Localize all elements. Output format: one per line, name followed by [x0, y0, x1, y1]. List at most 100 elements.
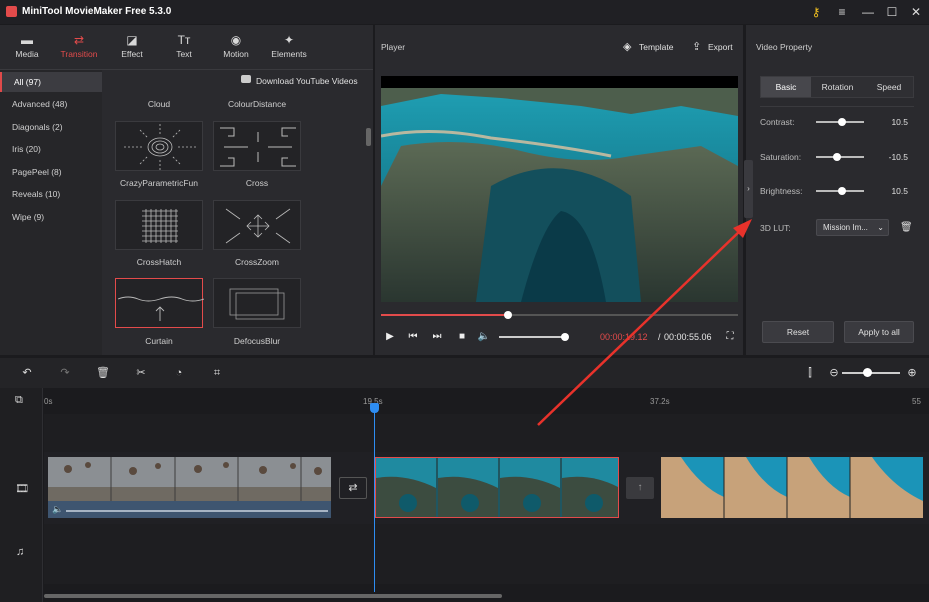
- property-title: Video Property: [756, 42, 813, 52]
- category-item[interactable]: Iris (20): [0, 139, 102, 159]
- music-track-icon: ♫: [16, 546, 25, 558]
- transition-curtain[interactable]: [115, 278, 205, 328]
- ruler-mark: 0s: [44, 397, 53, 406]
- maximize-button[interactable]: ☐: [882, 3, 902, 21]
- transition-label: ColourDistance: [227, 99, 287, 109]
- library-scrollbar[interactable]: [366, 128, 371, 146]
- saturation-handle[interactable]: [833, 153, 841, 161]
- zoom-handle[interactable]: [863, 368, 872, 377]
- transition-crosshatch[interactable]: [115, 200, 203, 250]
- add-track-icon[interactable]: ⧉: [15, 394, 23, 407]
- playhead-handle[interactable]: [370, 403, 379, 413]
- transition-label: DefocusBlur: [233, 336, 281, 346]
- brightness-handle[interactable]: [838, 187, 846, 195]
- divider: [760, 106, 914, 107]
- video-clip-balloons[interactable]: 🔈: [48, 457, 331, 518]
- contrast-handle[interactable]: [838, 118, 846, 126]
- brightness-value: 10.5: [891, 186, 908, 196]
- video-clip-selected[interactable]: [375, 457, 619, 518]
- transition-crosszoom[interactable]: [213, 200, 301, 250]
- ruler-mark: 55: [912, 397, 921, 406]
- audio-track[interactable]: [44, 524, 929, 584]
- category-item[interactable]: Wipe (9): [0, 207, 102, 227]
- download-youtube-link[interactable]: Download YouTube Videos: [256, 76, 358, 86]
- tab-text[interactable]: Tт Text: [158, 25, 210, 69]
- crazy-parametric-icon: [124, 124, 196, 170]
- app-title: MiniTool MovieMaker Free 5.3.0: [22, 6, 172, 17]
- crop-icon[interactable]: ⌗: [210, 366, 224, 380]
- transition-slot-icon[interactable]: ↑: [626, 477, 654, 499]
- zoom-in-icon[interactable]: ⊕: [905, 366, 919, 380]
- clip-thumbnails: [376, 458, 618, 517]
- apply-to-all-button[interactable]: Apply to all: [844, 321, 914, 343]
- tab-label: Effect: [121, 49, 143, 59]
- video-track-icon: 🎞: [15, 483, 29, 495]
- volume-icon[interactable]: 🔈: [477, 330, 491, 344]
- next-frame-button[interactable]: ⏭: [430, 330, 444, 344]
- transition-cross[interactable]: [213, 121, 301, 171]
- timeline-scrollbar[interactable]: [44, 594, 502, 598]
- tab-effect[interactable]: ◪ Effect: [106, 25, 158, 69]
- clip-thumbnails: [661, 457, 923, 518]
- undo-icon[interactable]: ↶: [20, 366, 34, 380]
- tab-motion[interactable]: ◉ Motion: [210, 25, 262, 69]
- close-button[interactable]: ✕: [906, 3, 926, 21]
- collapse-panel-handle[interactable]: ›: [744, 160, 753, 218]
- progress-handle[interactable]: [504, 311, 512, 319]
- timeline-toolbar: ↶ ↷ 🗑 ✂ ◔ ⌗ ⫿ ⊖ ⊕: [0, 358, 929, 388]
- zoom-out-icon[interactable]: ⊖: [827, 366, 841, 380]
- tab-elements[interactable]: ✦ Elements: [263, 25, 315, 69]
- overlay-track[interactable]: [44, 414, 929, 452]
- category-item[interactable]: PagePeel (8): [0, 162, 102, 182]
- transition-slot-icon[interactable]: ⇄: [339, 477, 367, 499]
- video-clip-beach[interactable]: [661, 457, 923, 518]
- player-title: Player: [381, 42, 406, 52]
- play-button[interactable]: ▶: [383, 330, 397, 344]
- text-icon: Tт: [177, 33, 191, 47]
- key-icon[interactable]: ⚷: [806, 3, 826, 21]
- clip-audio-icon: 🔈: [52, 504, 64, 514]
- chevron-down-icon: ⌄: [877, 223, 884, 232]
- fit-icon[interactable]: ⫿: [803, 366, 817, 380]
- tab-label: Motion: [223, 49, 249, 59]
- transition-defocusblur[interactable]: [213, 278, 301, 328]
- minimize-button[interactable]: —: [858, 3, 878, 21]
- contrast-value: 10.5: [891, 117, 908, 127]
- tab-speed[interactable]: Speed: [864, 77, 914, 97]
- playhead-line[interactable]: [374, 404, 375, 592]
- template-icon: ◈: [623, 41, 632, 53]
- delete-icon[interactable]: 🗑: [96, 366, 110, 380]
- trash-icon[interactable]: 🗑: [900, 222, 913, 233]
- lut-dropdown[interactable]: Mission Im... ⌄: [816, 219, 889, 236]
- tab-transition[interactable]: ⇄ Transition: [53, 25, 105, 69]
- defocusblur-icon: [229, 288, 285, 320]
- tab-media[interactable]: ▬ Media: [1, 25, 53, 69]
- clip-thumbnails: [48, 457, 331, 518]
- prev-frame-button[interactable]: ⏮: [406, 330, 420, 344]
- category-item[interactable]: Reveals (10): [0, 184, 102, 204]
- stop-button[interactable]: ■: [455, 330, 469, 344]
- category-item[interactable]: Diagonals (2): [0, 117, 102, 137]
- category-item[interactable]: Advanced (48): [0, 94, 102, 114]
- tab-label: Text: [176, 49, 192, 59]
- annotation-arrow: [537, 219, 752, 426]
- motion-icon: ◉: [230, 33, 242, 47]
- speed-icon[interactable]: ◔: [172, 366, 186, 380]
- transition-label: Cross: [245, 178, 269, 188]
- media-icon: ▬: [21, 33, 33, 47]
- tab-rotation[interactable]: Rotation: [812, 77, 863, 97]
- property-tabs: Basic Rotation Speed: [760, 76, 914, 98]
- split-icon[interactable]: ✂: [134, 366, 148, 380]
- template-button[interactable]: Template: [639, 42, 674, 52]
- elements-icon: ✦: [283, 33, 295, 47]
- export-button[interactable]: Export: [708, 42, 733, 52]
- tab-label: Transition: [60, 49, 98, 59]
- reset-button[interactable]: Reset: [762, 321, 834, 343]
- transition-crazyparametricfun[interactable]: [115, 121, 203, 171]
- tab-basic[interactable]: Basic: [761, 77, 811, 97]
- transition-label: CrossZoom: [235, 257, 279, 267]
- redo-icon[interactable]: ↷: [58, 366, 72, 380]
- category-item[interactable]: All (97): [0, 72, 102, 92]
- menu-icon[interactable]: ≡: [832, 3, 852, 21]
- lut-value: Mission Im...: [823, 223, 868, 232]
